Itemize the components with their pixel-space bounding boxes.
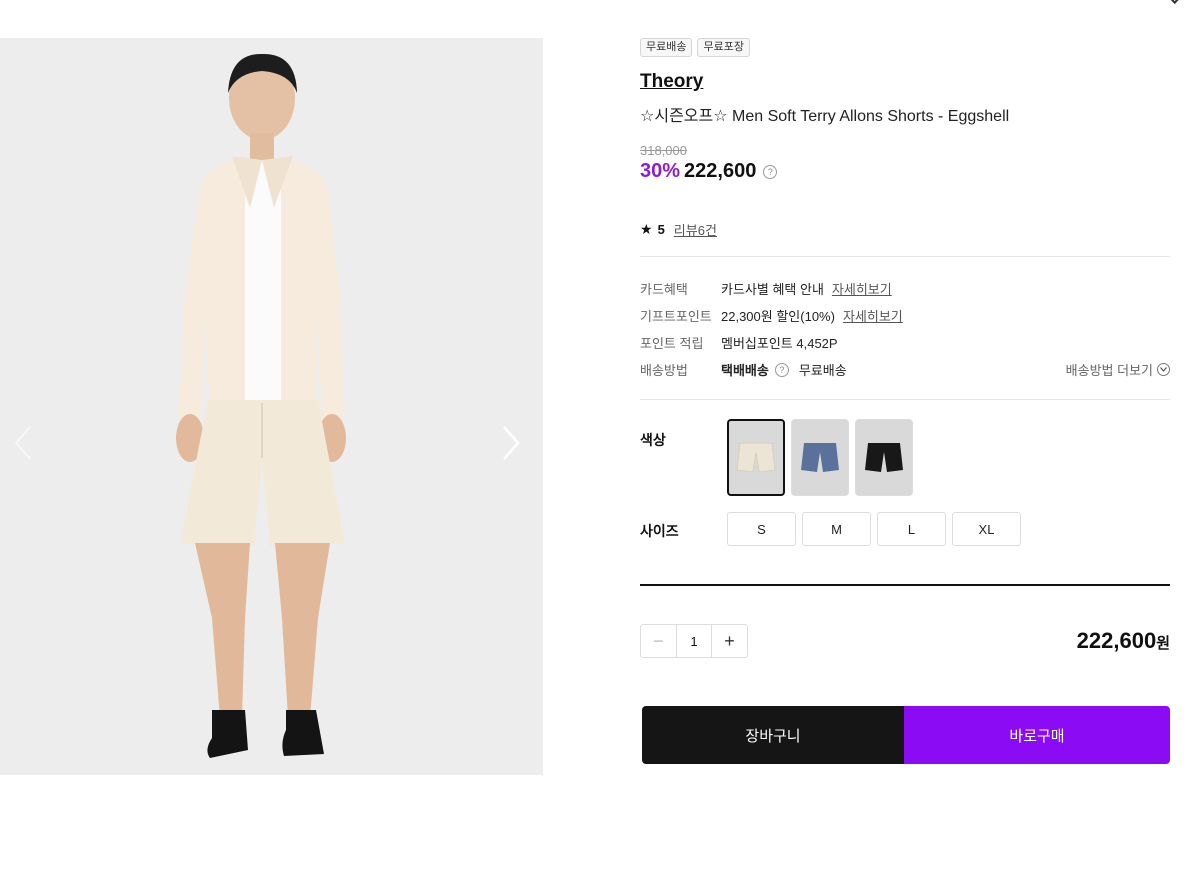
- point-earn-row: 포인트 적립 멤버십포인트 4,452P: [640, 329, 1170, 356]
- shorts-thumbnail-icon: [865, 442, 903, 472]
- gift-point-label: 기프트포인트: [640, 309, 712, 324]
- size-button-l[interactable]: L: [877, 512, 946, 546]
- quantity-stepper: − 1 +: [640, 624, 748, 658]
- card-benefit-label: 카드혜택: [640, 282, 688, 297]
- brand-link[interactable]: Theory: [640, 71, 703, 93]
- action-buttons: 장바구니 바로구매: [642, 706, 1170, 764]
- rating-row: ★ 5 리뷰6건: [640, 220, 1170, 239]
- divider: [640, 256, 1170, 257]
- shipping-more-label: 배송방법 더보기: [1065, 363, 1153, 378]
- shipping-row: 배송방법 택배배송 ? 무료배송 배송방법 더보기: [640, 356, 1170, 383]
- plus-icon[interactable]: +: [712, 625, 747, 657]
- shipping-help-icon[interactable]: ?: [774, 362, 789, 377]
- original-price: 318,000: [640, 143, 687, 158]
- badge-list: 무료배송 무료포장: [640, 38, 1170, 57]
- shorts-thumbnail-icon: [801, 442, 839, 472]
- shorts-thumbnail-icon: [736, 442, 776, 473]
- card-benefit-detail-link[interactable]: 자세히보기: [832, 279, 892, 298]
- color-label: 색상: [640, 432, 666, 448]
- divider: [640, 399, 1170, 400]
- point-earn-label: 포인트 적립: [640, 336, 704, 351]
- product-details: 무료배송 무료포장 Theory ☆시즌오프☆ Men Soft Terry A…: [640, 38, 1170, 764]
- size-label: 사이즈: [640, 523, 679, 539]
- rating-value: 5: [657, 222, 665, 237]
- card-benefit-row: 카드혜택 카드사별 혜택 안내 자세히보기: [640, 275, 1170, 302]
- price-row: 30% 222,600 ?: [640, 160, 1170, 183]
- star-icon: ★: [640, 221, 653, 237]
- price-help-icon[interactable]: ?: [763, 164, 778, 179]
- discount-rate: 30%: [640, 160, 681, 182]
- top-right-chevron-icon: [1169, 0, 1179, 4]
- shipping-method: 택배배송: [721, 363, 769, 378]
- gift-point-detail-link[interactable]: 자세히보기: [843, 306, 903, 325]
- color-swatch-eggshell[interactable]: [727, 419, 785, 496]
- shipping-more-button[interactable]: 배송방법 더보기: [1066, 360, 1170, 379]
- total-price: 222,600 원: [1077, 628, 1170, 654]
- size-button-m[interactable]: M: [802, 512, 871, 546]
- free-shipping-badge: 무료배송: [640, 38, 693, 57]
- quantity-row: − 1 + 222,600 원: [640, 624, 1170, 658]
- minus-icon[interactable]: −: [641, 625, 676, 657]
- size-buttons: S M L XL: [727, 512, 1021, 546]
- color-swatches: [727, 419, 913, 496]
- product-title: ☆시즌오프☆ Men Soft Terry Allons Shorts - Eg…: [640, 108, 1010, 125]
- quantity-value[interactable]: 1: [676, 625, 712, 657]
- color-swatch-blue[interactable]: [791, 419, 849, 496]
- size-option-row: 사이즈 S M L XL: [640, 512, 1170, 546]
- product-image: [0, 38, 543, 775]
- add-to-cart-button[interactable]: 장바구니: [642, 706, 904, 764]
- size-button-s[interactable]: S: [727, 512, 796, 546]
- buy-now-button[interactable]: 바로구매: [904, 706, 1170, 764]
- point-earn-value: 멤버십포인트 4,452P: [721, 336, 838, 351]
- benefit-info-table: 카드혜택 카드사별 혜택 안내 자세히보기 기프트포인트 22,300원 할인(…: [640, 275, 1170, 383]
- gift-point-row: 기프트포인트 22,300원 할인(10%) 자세히보기: [640, 302, 1170, 329]
- free-wrapping-badge: 무료포장: [697, 38, 750, 57]
- size-button-xl[interactable]: XL: [952, 512, 1021, 546]
- review-count-link[interactable]: 리뷰6건: [674, 220, 717, 239]
- card-benefit-value: 카드사별 혜택 안내: [721, 282, 824, 297]
- gift-point-value: 22,300원 할인(10%): [721, 309, 835, 324]
- prev-image-arrow-icon[interactable]: [12, 423, 36, 463]
- model-illustration: [0, 38, 543, 775]
- color-swatch-black[interactable]: [855, 419, 913, 496]
- sale-price: 222,600: [684, 160, 757, 182]
- shipping-fee: 무료배송: [798, 363, 847, 378]
- total-price-currency: 원: [1156, 635, 1170, 652]
- chevron-down-icon: [1157, 363, 1170, 376]
- color-option-row: 색상: [640, 419, 1170, 496]
- order-divider: [640, 584, 1170, 586]
- total-price-value: 222,600: [1076, 628, 1157, 653]
- shipping-label: 배송방법: [640, 363, 688, 378]
- next-image-arrow-icon[interactable]: [500, 423, 524, 463]
